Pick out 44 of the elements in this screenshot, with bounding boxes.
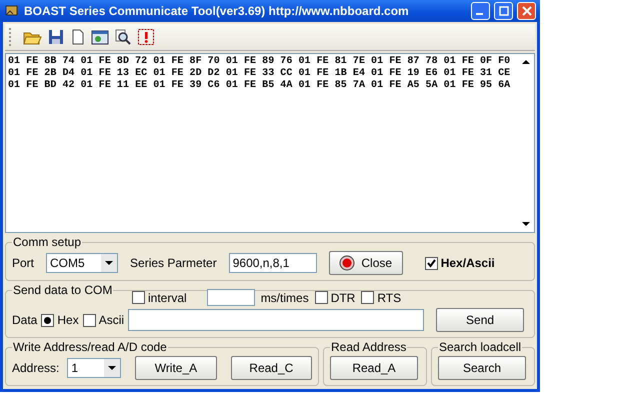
send-data-field[interactable] xyxy=(128,309,424,331)
group-title: Read Address xyxy=(330,340,408,354)
dtr-checkbox[interactable]: DTR xyxy=(314,290,356,304)
series-parameter-field[interactable]: 9600,n,8,1 xyxy=(228,253,317,273)
maximize-icon xyxy=(498,6,508,16)
action-button[interactable]: Read_C xyxy=(230,356,312,380)
exclamation-icon[interactable] xyxy=(137,28,155,46)
address-dropdown[interactable]: 1 xyxy=(67,358,122,378)
send-button[interactable]: Send xyxy=(436,308,524,332)
group-title: Search loadcell xyxy=(438,340,522,354)
ascii-checkbox[interactable]: Ascii xyxy=(82,313,124,327)
interval-field[interactable] xyxy=(206,289,255,306)
check-icon xyxy=(426,258,437,268)
close-icon xyxy=(522,6,532,16)
port-dropdown[interactable]: COM5 xyxy=(46,253,118,273)
hex-data-line: 01 FE 8B 74 01 FE 8D 72 01 FE 8F 70 01 FE 89 76 01 FE 81 7E 01 FE 87 78 01 FE 0F F0 xyxy=(8,56,512,68)
hex-ascii-checkbox[interactable]: Hex/Ascii xyxy=(424,256,495,270)
maximize-button[interactable] xyxy=(494,2,513,20)
interval-checkbox[interactable]: interval xyxy=(132,290,187,304)
hex-radio-button[interactable]: Hex xyxy=(41,313,79,327)
minimize-button[interactable] xyxy=(471,2,490,20)
group-title: Comm setup xyxy=(12,235,82,249)
address-label: Address: xyxy=(12,361,60,375)
window-icon[interactable] xyxy=(91,28,109,46)
window-title: BOAST Series Communicate Tool(ver3.69) http://www.nbboard.com xyxy=(24,4,410,18)
unit-label: ms/times xyxy=(260,290,309,304)
search-button[interactable]: Search xyxy=(438,356,526,380)
document-icon[interactable] xyxy=(70,28,86,46)
close-button[interactable] xyxy=(517,2,536,20)
close-port-button[interactable]: Close xyxy=(328,251,403,275)
hex-data-line: 01 FE BD 42 01 FE 11 EE 01 FE 39 C6 01 FE B5 4A 01 FE 85 7A 01 FE A5 5A 01 FE 95 6A xyxy=(8,80,512,92)
series-parameter-label: Series Parmeter xyxy=(130,256,217,270)
hex-data-line: 01 FE 2B D4 01 FE 13 EC 01 FE 2D D2 01 FE 33 CC 01 FE 1B E4 01 FE 19 E6 01 FE 31 CE xyxy=(8,68,512,80)
group-title: Send data to COM xyxy=(12,283,114,297)
rts-checkbox[interactable]: RTS xyxy=(361,290,402,304)
data-label: Data xyxy=(12,313,38,327)
indicator-light-icon xyxy=(339,255,356,271)
action-button[interactable]: Write_A xyxy=(135,356,217,380)
minimize-icon xyxy=(476,13,483,15)
received-data-area[interactable] xyxy=(5,53,535,233)
group-title: Write Address/read A/D code xyxy=(12,340,168,354)
read-address-button[interactable]: Read_A xyxy=(330,356,418,380)
port-label: Port xyxy=(12,256,34,270)
magnifier-icon[interactable] xyxy=(114,28,132,46)
